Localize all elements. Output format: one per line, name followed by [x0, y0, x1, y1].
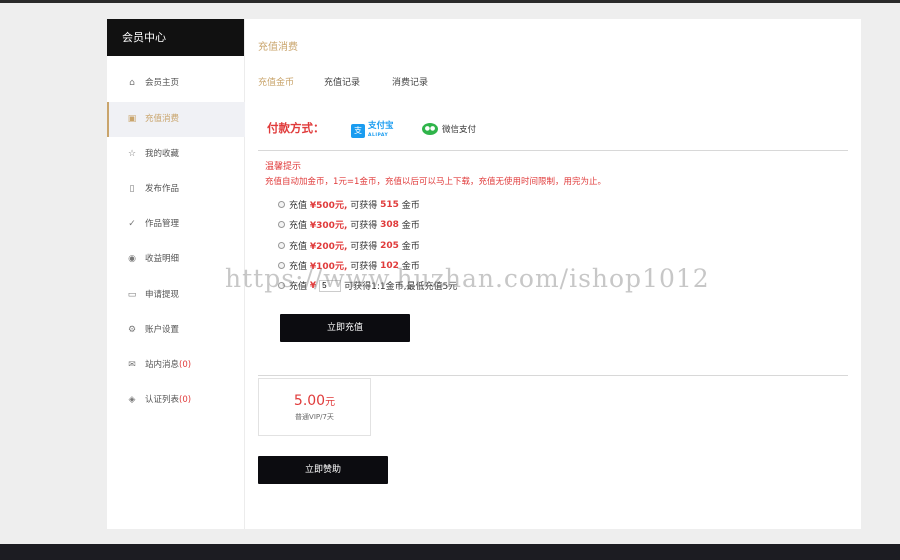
wechat-pay-option[interactable]: ●● 微信支付	[422, 123, 476, 135]
recharge-option-100[interactable]: 充值 ¥100元, 可获得 102 金币	[278, 259, 420, 272]
option-amount: ¥300元,	[309, 221, 348, 231]
sidebar-item-label: 申请提现	[145, 290, 180, 300]
main-content: 充值消费 充值金币 充值记录 消费记录 付款方式： 支 支付宝 ALIPAY ●●…	[246, 19, 861, 529]
vip-plan-card[interactable]: 5.00元 普通VIP/7天	[258, 378, 371, 436]
star-icon: ☆	[127, 149, 137, 159]
sidebar-item-label: 充值消费	[145, 114, 180, 124]
coin-icon: ◉	[128, 254, 136, 264]
sidebar-item-favorites[interactable]: ☆ 我的收藏	[107, 137, 245, 172]
vip-price-unit: 元	[325, 397, 336, 408]
sidebar-item-messages[interactable]: ✉ 站内消息(0)	[107, 348, 245, 383]
tip-title: 温馨提示	[265, 162, 302, 172]
divider	[258, 150, 848, 151]
alipay-icon: 支	[351, 124, 365, 138]
alipay-label: 支付宝	[368, 121, 394, 131]
sidebar-item-works[interactable]: ✓ 作品管理	[107, 207, 245, 242]
sidebar: 会员中心 ⌂ 会员主页 ▣ 充值消费 ☆ 我的收藏 ▯ 发布作品 ✓ 作品管理 ◉ 收益明细…	[107, 19, 245, 529]
sidebar-item-label: 认证列表	[145, 395, 180, 405]
option-coins: 308	[380, 219, 399, 230]
option-suffix: 金币	[401, 262, 420, 272]
sidebar-item-publish[interactable]: ▯ 发布作品	[107, 172, 245, 207]
withdraw-icon: ▭	[127, 290, 137, 300]
sidebar-item-label: 收益明细	[145, 254, 180, 264]
option-coins: 515	[380, 199, 399, 210]
radio-button[interactable]	[278, 221, 285, 228]
custom-option-note: 可获得1:1金币,最低充值5元	[344, 282, 458, 292]
document-icon: ▯	[129, 184, 135, 194]
sidebar-item-home[interactable]: ⌂ 会员主页	[107, 66, 245, 101]
option-amount: ¥200元,	[309, 242, 348, 252]
sidebar-item-earnings[interactable]: ◉ 收益明细	[107, 242, 245, 277]
recharge-option-500[interactable]: 充值 ¥500元, 可获得 515 金币	[278, 198, 420, 211]
message-count: (0)	[179, 360, 192, 370]
option-mid: 可获得	[350, 221, 378, 231]
tip-text: 充值自动加金币，1元=1金币，充值以后可以马上下载，充值无使用时间限制，用完为止…	[265, 177, 606, 187]
mail-icon: ✉	[128, 360, 136, 370]
payment-method-label: 付款方式：	[267, 121, 325, 135]
custom-amount-input[interactable]	[319, 279, 342, 292]
wechat-icon: ●●	[422, 123, 438, 135]
radio-button[interactable]	[278, 242, 285, 249]
sidebar-item-label: 账户设置	[145, 325, 180, 335]
alipay-option[interactable]: 支 支付宝 ALIPAY	[351, 122, 394, 140]
sidebar-item-withdraw[interactable]: ▭ 申请提现	[107, 278, 245, 313]
sponsor-now-button[interactable]: 立即赞助	[258, 456, 388, 484]
wechat-pay-label: 微信支付	[442, 125, 477, 135]
option-amount: ¥100元,	[309, 262, 348, 272]
alipay-sub-label: ALIPAY	[368, 133, 389, 138]
option-prefix: 充值	[289, 282, 308, 292]
option-mid: 可获得	[350, 242, 378, 252]
recharge-option-200[interactable]: 充值 ¥200元, 可获得 205 金币	[278, 239, 420, 252]
sidebar-item-label: 作品管理	[145, 219, 180, 229]
option-prefix: 充值	[289, 221, 308, 231]
tab-recharge-records[interactable]: 充值记录	[324, 75, 360, 88]
radio-button[interactable]	[278, 201, 285, 208]
alipay-text: 支付宝 ALIPAY	[368, 122, 394, 140]
shield-icon: ◈	[128, 395, 136, 405]
recharge-now-button[interactable]: 立即充值	[280, 314, 410, 342]
sidebar-item-label: 我的收藏	[145, 149, 180, 159]
radio-button[interactable]	[278, 262, 285, 269]
tab-recharge-coins[interactable]: 充值金币	[258, 75, 294, 88]
option-suffix: 金币	[401, 221, 420, 231]
tab-consumption-records[interactable]: 消费记录	[392, 75, 428, 88]
recharge-option-custom[interactable]: 充值 ¥ 可获得1:1金币,最低充值5元	[278, 279, 457, 292]
sidebar-item-label: 会员主页	[145, 78, 180, 88]
footer-bar	[0, 544, 900, 560]
option-prefix: 充值	[289, 201, 308, 211]
certification-count: (0)	[179, 395, 192, 405]
sidebar-item-label: 站内消息	[145, 360, 180, 370]
divider	[258, 375, 848, 376]
sidebar-title: 会员中心	[107, 19, 244, 56]
window-top-border	[0, 0, 900, 3]
section-title: 充值消费	[258, 42, 298, 53]
vip-price-line: 5.00元	[259, 393, 370, 409]
sidebar-item-label: 发布作品	[145, 184, 180, 194]
vip-price: 5.00	[293, 393, 326, 409]
vip-description: 普通VIP/7天	[295, 413, 334, 421]
option-suffix: 金币	[401, 201, 420, 211]
option-amount: ¥500元,	[309, 201, 348, 211]
option-prefix: 充值	[289, 242, 308, 252]
option-mid: 可获得	[350, 262, 378, 272]
member-center-panel: 会员中心 ⌂ 会员主页 ▣ 充值消费 ☆ 我的收藏 ▯ 发布作品 ✓ 作品管理 ◉ 收益明细…	[107, 19, 861, 529]
sidebar-item-recharge[interactable]: ▣ 充值消费	[107, 102, 245, 137]
option-prefix: 充值	[289, 262, 308, 272]
radio-button[interactable]	[278, 282, 285, 289]
gear-icon: ⚙	[127, 325, 137, 335]
option-coins: 102	[380, 260, 399, 271]
home-icon: ⌂	[129, 78, 135, 88]
option-mid: 可获得	[350, 201, 378, 211]
check-circle-icon: ✓	[128, 219, 136, 229]
sidebar-item-certification[interactable]: ◈ 认证列表(0)	[107, 383, 245, 418]
wallet-icon: ▣	[127, 114, 137, 124]
sidebar-item-settings[interactable]: ⚙ 账户设置	[107, 313, 245, 348]
recharge-option-300[interactable]: 充值 ¥300元, 可获得 308 金币	[278, 218, 420, 231]
option-suffix: 金币	[401, 242, 420, 252]
currency-symbol: ¥	[309, 280, 317, 291]
option-coins: 205	[380, 240, 399, 251]
